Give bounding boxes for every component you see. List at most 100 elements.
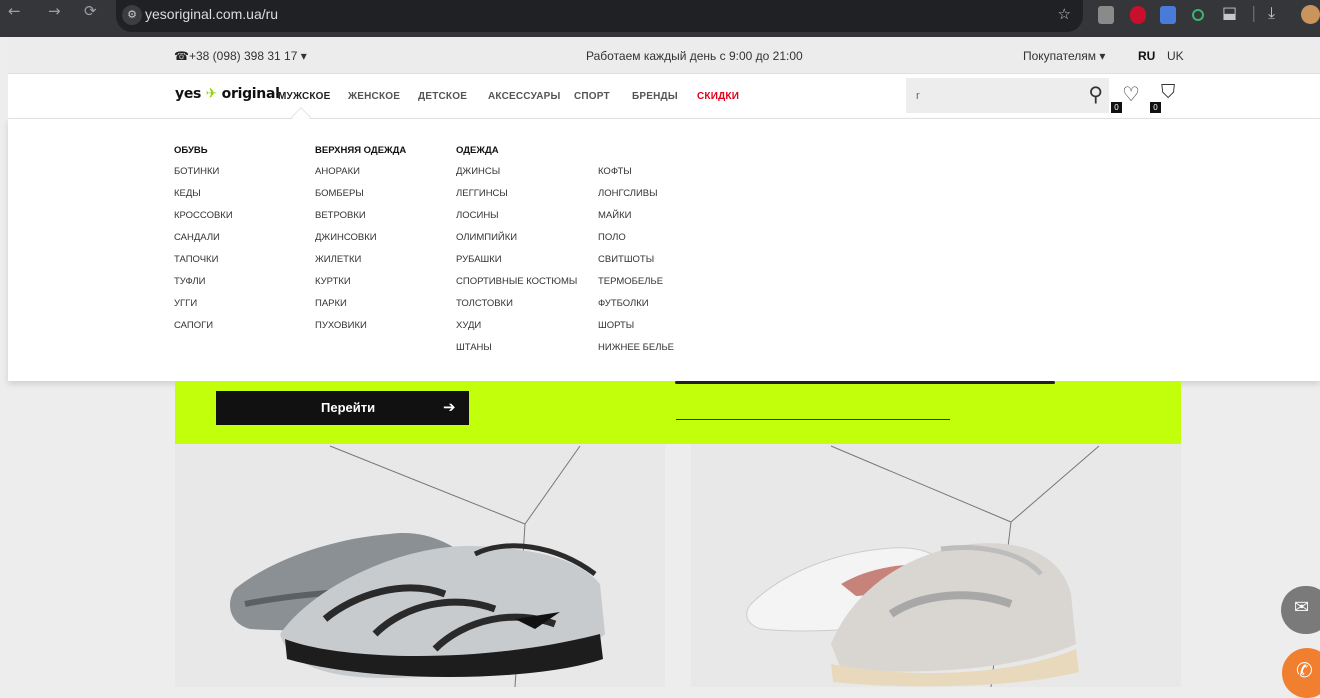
logo-mark-icon: ✈ bbox=[205, 86, 218, 102]
banner-shape bbox=[675, 381, 1055, 384]
menu-link[interactable]: ТАПОЧКИ bbox=[174, 255, 233, 277]
callback-widget-button[interactable]: ✆ bbox=[1282, 648, 1320, 698]
nav-item-accessories[interactable]: АКСЕССУАРЫ bbox=[488, 91, 561, 102]
menu-link[interactable]: ХУДИ bbox=[456, 321, 577, 343]
site-logo[interactable]: yes ✈ original bbox=[175, 86, 280, 102]
bookmark-star-icon[interactable]: ☆ bbox=[1058, 5, 1071, 23]
menu-link[interactable]: СПОРТИВНЫЕ КОСТЮМЫ bbox=[456, 277, 577, 299]
menu-link[interactable]: ОЛИМПИЙКИ bbox=[456, 233, 577, 255]
extension-shield-icon[interactable] bbox=[1130, 6, 1146, 24]
search-input[interactable]: r ⚲ bbox=[906, 78, 1109, 113]
reload-icon[interactable]: ⟳ bbox=[84, 2, 97, 20]
phone-icon: ☎ bbox=[174, 49, 189, 63]
product-card-left[interactable] bbox=[175, 444, 665, 687]
banner-line bbox=[676, 419, 950, 420]
lang-ru[interactable]: RU bbox=[1138, 49, 1155, 63]
menu-link[interactable]: КРОССОВКИ bbox=[174, 211, 233, 233]
search-value[interactable]: r bbox=[916, 90, 920, 102]
menu-link[interactable]: ПАРКИ bbox=[315, 299, 406, 321]
menu-link[interactable]: УГГИ bbox=[174, 299, 233, 321]
menu-column-outerwear: ВЕРХНЯЯ ОДЕЖДА АНОРАКИ БОМБЕРЫ ВЕТРОВКИ … bbox=[315, 145, 406, 343]
sneaker-image-left bbox=[230, 445, 605, 687]
menu-heading[interactable]: ВЕРХНЯЯ ОДЕЖДА bbox=[315, 145, 406, 167]
nav-item-sale[interactable]: СКИДКИ bbox=[697, 91, 739, 102]
menu-link[interactable]: ТОЛСТОВКИ bbox=[456, 299, 577, 321]
menu-link[interactable]: АНОРАКИ bbox=[315, 167, 406, 189]
nav-item-kids[interactable]: ДЕТСКОЕ bbox=[418, 91, 467, 102]
logo-text-yes: yes bbox=[175, 86, 202, 102]
menu-link[interactable]: ШТАНЫ bbox=[456, 343, 577, 365]
chat-widget-button[interactable]: ✉ bbox=[1281, 586, 1320, 634]
site-info-icon[interactable]: ⚙ bbox=[122, 5, 142, 25]
menu-link[interactable]: ДЖИНСОВКИ bbox=[315, 233, 406, 255]
forward-icon[interactable]: → bbox=[48, 2, 61, 20]
menu-link[interactable]: БОМБЕРЫ bbox=[315, 189, 406, 211]
product-card-right[interactable] bbox=[691, 444, 1181, 687]
extension-translate-icon[interactable] bbox=[1160, 6, 1176, 24]
search-icon[interactable]: ⚲ bbox=[1088, 82, 1103, 106]
menu-link[interactable]: ВЕТРОВКИ bbox=[315, 211, 406, 233]
mega-menu-men: ОБУВЬ БОТИНКИ КЕДЫ КРОССОВКИ САНДАЛИ ТАП… bbox=[8, 119, 1320, 381]
menu-link[interactable]: ФУТБОЛКИ bbox=[598, 299, 674, 321]
buyers-menu[interactable]: Покупателям ▾ bbox=[1023, 49, 1105, 63]
menu-link[interactable]: БОТИНКИ bbox=[174, 167, 233, 189]
chevron-down-icon: ▾ bbox=[300, 49, 307, 63]
top-info-bar: ☎+38 (098) 398 31 17 ▾ Работаем каждый д… bbox=[8, 37, 1320, 74]
url-text[interactable]: yesoriginal.com.ua/ru bbox=[145, 6, 278, 22]
arrow-right-icon: ➔ bbox=[443, 398, 456, 416]
nav-item-women[interactable]: ЖЕНСКОЕ bbox=[348, 91, 400, 102]
menu-column-clothing-2: КОФТЫ ЛОНГСЛИВЫ МАЙКИ ПОЛО СВИТШОТЫ ТЕРМ… bbox=[598, 145, 674, 365]
toolbar-separator: | bbox=[1251, 3, 1257, 22]
download-icon[interactable]: ⤓ bbox=[1268, 3, 1275, 23]
menu-column-shoes: ОБУВЬ БОТИНКИ КЕДЫ КРОССОВКИ САНДАЛИ ТАП… bbox=[174, 145, 233, 343]
menu-link[interactable]: МАЙКИ bbox=[598, 211, 674, 233]
nav-item-men[interactable]: МУЖСКОЕ bbox=[278, 91, 331, 102]
phone-selector[interactable]: ☎+38 (098) 398 31 17 ▾ bbox=[174, 49, 307, 63]
menu-heading[interactable]: ОБУВЬ bbox=[174, 145, 233, 167]
profile-avatar[interactable] bbox=[1301, 5, 1320, 24]
menu-link[interactable]: ДЖИНСЫ bbox=[456, 167, 577, 189]
menu-link[interactable]: ТУФЛИ bbox=[174, 277, 233, 299]
extension-green-icon[interactable] bbox=[1192, 9, 1204, 21]
buyers-label: Покупателям bbox=[1023, 49, 1096, 63]
menu-link[interactable]: САНДАЛИ bbox=[174, 233, 233, 255]
menu-link[interactable]: ЛОНГСЛИВЫ bbox=[598, 189, 674, 211]
menu-link[interactable]: СВИТШОТЫ bbox=[598, 255, 674, 277]
logo-text-original: original bbox=[221, 86, 280, 102]
nav-item-brands[interactable]: БРЕНДЫ bbox=[632, 91, 678, 102]
menu-link[interactable]: КОФТЫ bbox=[598, 167, 674, 189]
menu-heading-spacer bbox=[598, 145, 674, 167]
menu-link[interactable]: ШОРТЫ bbox=[598, 321, 674, 343]
menu-link[interactable]: ПУХОВИКИ bbox=[315, 321, 406, 343]
menu-link[interactable]: ПОЛО bbox=[598, 233, 674, 255]
menu-column-clothing: ОДЕЖДА ДЖИНСЫ ЛЕГГИНСЫ ЛОСИНЫ ОЛИМПИЙКИ … bbox=[456, 145, 577, 365]
lang-uk[interactable]: UK bbox=[1167, 49, 1184, 63]
menu-link[interactable]: РУБАШКИ bbox=[456, 255, 577, 277]
working-hours: Работаем каждый день с 9:00 до 21:00 bbox=[586, 49, 803, 63]
menu-link[interactable]: ТЕРМОБЕЛЬЕ bbox=[598, 277, 674, 299]
phone-icon: ✆ bbox=[1296, 658, 1313, 682]
menu-link[interactable]: КУРТКИ bbox=[315, 277, 406, 299]
menu-link[interactable]: ЛЕГГИНСЫ bbox=[456, 189, 577, 211]
menu-link[interactable]: КЕДЫ bbox=[174, 189, 233, 211]
extension-icon[interactable] bbox=[1098, 6, 1114, 24]
phone-number: +38 (098) 398 31 17 bbox=[188, 49, 298, 63]
menu-heading[interactable]: ОДЕЖДА bbox=[456, 145, 577, 167]
heart-icon[interactable]: ♡ bbox=[1122, 82, 1140, 106]
sneaker-image-right bbox=[746, 445, 1100, 687]
back-icon[interactable]: ← bbox=[8, 2, 21, 20]
address-bar[interactable]: ⚙ yesoriginal.com.ua/ru ☆ bbox=[116, 0, 1083, 32]
browser-toolbar: ← → ⟳ ⚙ yesoriginal.com.ua/ru ☆ ⬓ | ⤓ bbox=[0, 0, 1320, 37]
menu-link[interactable]: ЛОСИНЫ bbox=[456, 211, 577, 233]
wishlist-count: 0 bbox=[1111, 102, 1122, 113]
menu-link[interactable]: ЖИЛЕТКИ bbox=[315, 255, 406, 277]
extensions-puzzle-icon[interactable]: ⬓ bbox=[1222, 3, 1237, 22]
go-button[interactable]: Перейти ➔ bbox=[216, 391, 469, 425]
hero-banner: Перейти ➔ bbox=[175, 381, 1181, 444]
nav-item-sport[interactable]: СПОРТ bbox=[574, 91, 610, 102]
shopping-bag-icon[interactable]: ⛉ bbox=[1161, 81, 1175, 103]
chat-icon: ✉ bbox=[1294, 597, 1310, 618]
menu-link[interactable]: САПОГИ bbox=[174, 321, 233, 343]
go-button-label: Перейти bbox=[321, 400, 376, 415]
menu-link[interactable]: НИЖНЕЕ БЕЛЬЕ bbox=[598, 343, 674, 365]
